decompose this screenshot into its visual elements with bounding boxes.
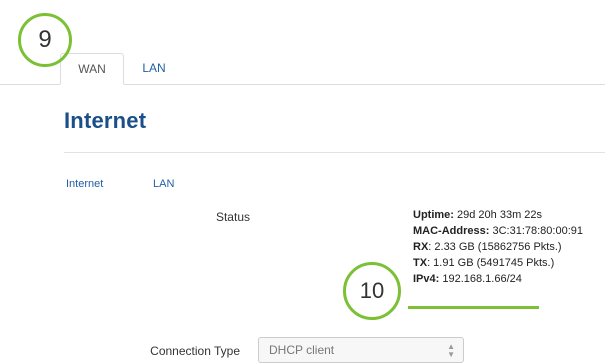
mac-address-value: 3C:31:78:80:00:91 (489, 225, 583, 237)
title-divider (64, 152, 605, 153)
tab-wan[interactable]: WAN (60, 53, 124, 85)
tab-lan[interactable]: LAN (128, 53, 180, 85)
uptime-row: Uptime: 29d 20h 33m 22s (413, 207, 583, 223)
connection-type-value: DHCP client (269, 343, 335, 357)
ipv4-highlight-underline (408, 306, 539, 309)
connection-type-select[interactable]: DHCP client ▲ ▼ (258, 337, 464, 363)
mac-address-row: MAC-Address: 3C:31:78:80:00:91 (413, 223, 583, 239)
status-label: Status (215, 210, 250, 224)
rx-value: : 2.33 GB (15862756 Pkts.) (428, 241, 562, 253)
page-title: Internet (64, 108, 147, 133)
callout-badge-10: 10 (343, 262, 401, 320)
connection-type-label: Connection Type (150, 344, 240, 358)
status-info: Uptime: 29d 20h 33m 22s MAC-Address: 3C:… (413, 207, 583, 287)
rx-row: RX: 2.33 GB (15862756 Pkts.) (413, 239, 583, 255)
subtab-internet[interactable]: Internet (66, 178, 103, 190)
uptime-value: 29d 20h 33m 22s (453, 209, 543, 221)
updown-chevron-icon: ▲ ▼ (447, 342, 455, 359)
subtab-lan[interactable]: LAN (153, 178, 174, 190)
callout-badge-9: 9 (18, 13, 72, 67)
uptime-key: Uptime: (413, 209, 454, 221)
ipv4-key: IPv4: (413, 273, 440, 285)
ipv4-value: 192.168.1.66/24 (439, 273, 522, 285)
mac-address-key: MAC-Address: (413, 225, 490, 237)
tx-row: TX: 1.91 GB (5491745 Pkts.) (413, 255, 583, 271)
ipv4-row: IPv4: 192.168.1.66/24 (413, 271, 583, 287)
tx-value: : 1.91 GB (5491745 Pkts.) (427, 257, 555, 269)
tx-key: TX (413, 257, 428, 269)
rx-key: RX (413, 241, 429, 253)
